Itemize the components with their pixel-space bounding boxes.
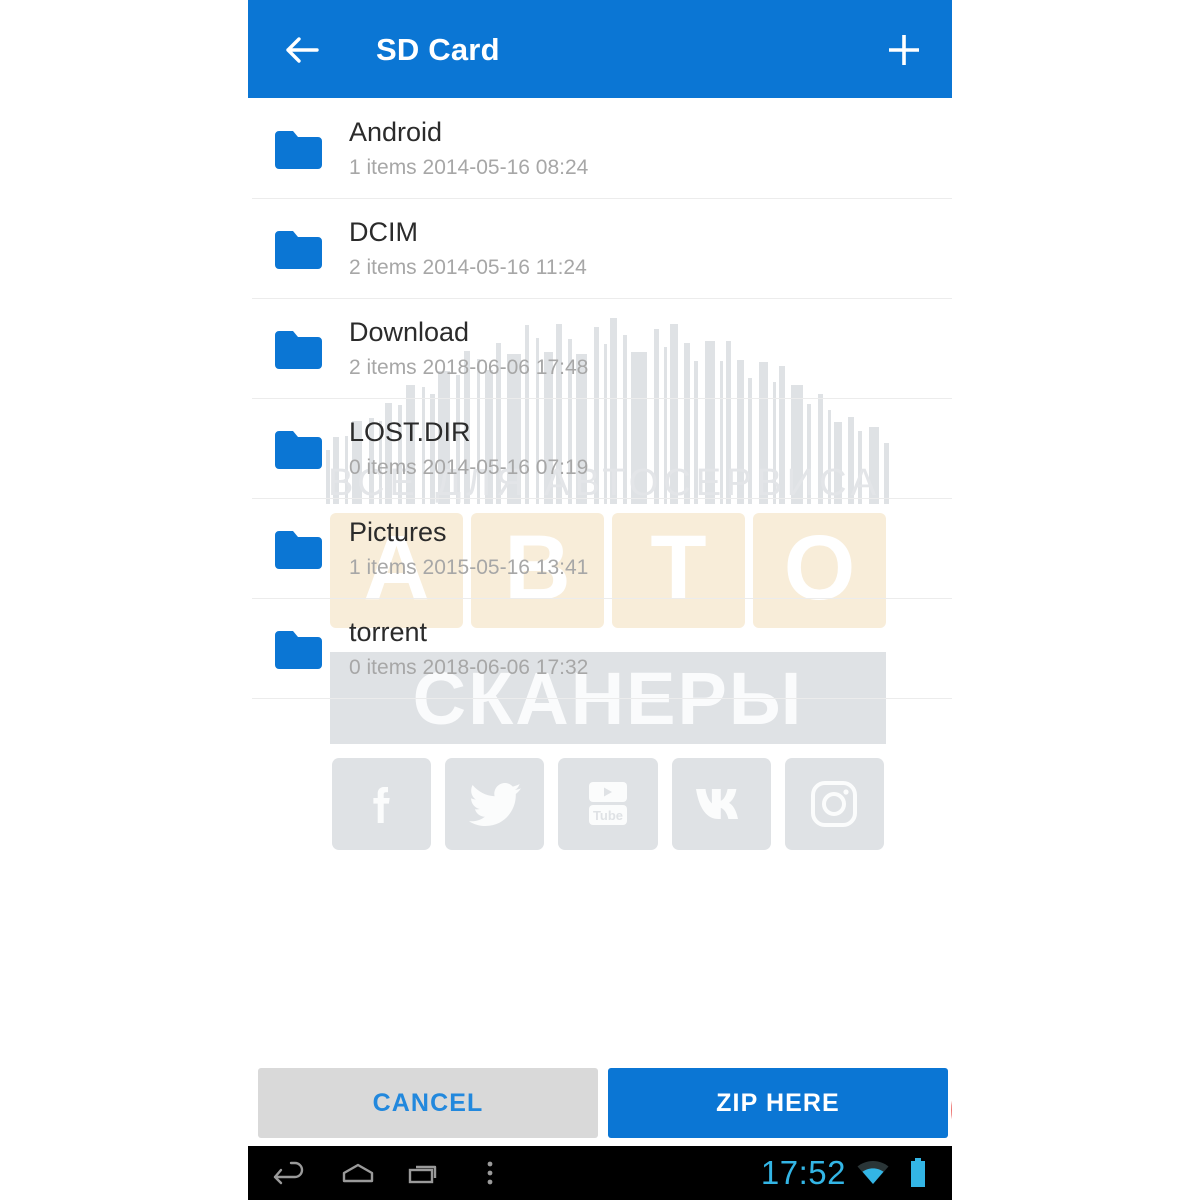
watermark-social-row: Tube: [332, 758, 885, 850]
android-nav-bar: 17:52: [248, 1146, 952, 1200]
nav-overflow-icon[interactable]: [480, 1158, 500, 1188]
nav-home-icon[interactable]: [338, 1158, 378, 1188]
file-meta: 2 items 2018-06-06 17:48: [349, 356, 589, 379]
table-row[interactable]: LOST.DIR 0 items 2014-05-16 07:19: [248, 398, 952, 498]
folder-icon: [272, 629, 324, 669]
table-row[interactable]: torrent 0 items 2018-06-06 17:32: [248, 598, 952, 698]
page-title: SD Card: [376, 32, 500, 67]
nav-back-icon[interactable]: [270, 1158, 310, 1188]
file-name: Pictures: [349, 517, 447, 547]
table-row[interactable]: Download 2 items 2018-06-06 17:48: [248, 298, 952, 398]
file-list: Android 1 items 2014-05-16 08:24 DCIM 2 …: [248, 98, 952, 699]
file-name: Download: [349, 317, 470, 347]
wifi-icon: [856, 1160, 890, 1186]
table-row[interactable]: Pictures 1 items 2015-05-16 13:41: [248, 498, 952, 598]
file-meta: 1 items 2015-05-16 13:41: [349, 556, 589, 579]
file-meta: 0 items 2018-06-06 17:32: [349, 656, 589, 679]
folder-icon: [272, 129, 324, 169]
svg-text:Tube: Tube: [593, 808, 623, 823]
file-name: DCIM: [349, 217, 418, 247]
app-bar: SD Card: [248, 0, 952, 98]
file-name: LOST.DIR: [349, 417, 471, 447]
file-name: Android: [349, 117, 443, 147]
folder-icon: [272, 229, 324, 269]
folder-icon: [272, 429, 324, 469]
folder-icon: [272, 329, 324, 369]
youtube-icon: Tube: [558, 758, 658, 850]
table-row[interactable]: DCIM 2 items 2014-05-16 11:24: [248, 198, 952, 298]
facebook-icon: [332, 758, 432, 850]
status-clock: 17:52: [760, 1154, 846, 1191]
zip-here-button[interactable]: ZIP HERE: [608, 1068, 948, 1138]
cancel-button[interactable]: CANCEL: [258, 1068, 598, 1138]
file-meta: 1 items 2014-05-16 08:24: [349, 156, 589, 179]
file-meta: 2 items 2014-05-16 11:24: [349, 256, 587, 279]
phone-screen: ВСЕ ДЛЯ АВТОСЕРВИСА А В Т О СКАНЕРЫ Tube…: [248, 0, 952, 1200]
screenshot-canvas: ВСЕ ДЛЯ АВТОСЕРВИСА А В Т О СКАНЕРЫ Tube…: [0, 0, 1200, 1200]
file-meta: 0 items 2014-05-16 07:19: [349, 456, 589, 479]
arrow-back-icon[interactable]: [280, 28, 324, 72]
table-row[interactable]: Android 1 items 2014-05-16 08:24: [248, 98, 952, 198]
nav-recents-icon[interactable]: [406, 1158, 446, 1188]
vk-icon: [671, 758, 771, 850]
action-button-bar: CANCEL ZIP HERE: [248, 1068, 952, 1138]
folder-icon: [272, 529, 324, 569]
instagram-icon: [784, 758, 885, 850]
file-name: torrent: [349, 617, 428, 647]
battery-icon: [908, 1158, 928, 1188]
plus-icon[interactable]: [882, 28, 926, 72]
twitter-icon: [445, 758, 545, 850]
